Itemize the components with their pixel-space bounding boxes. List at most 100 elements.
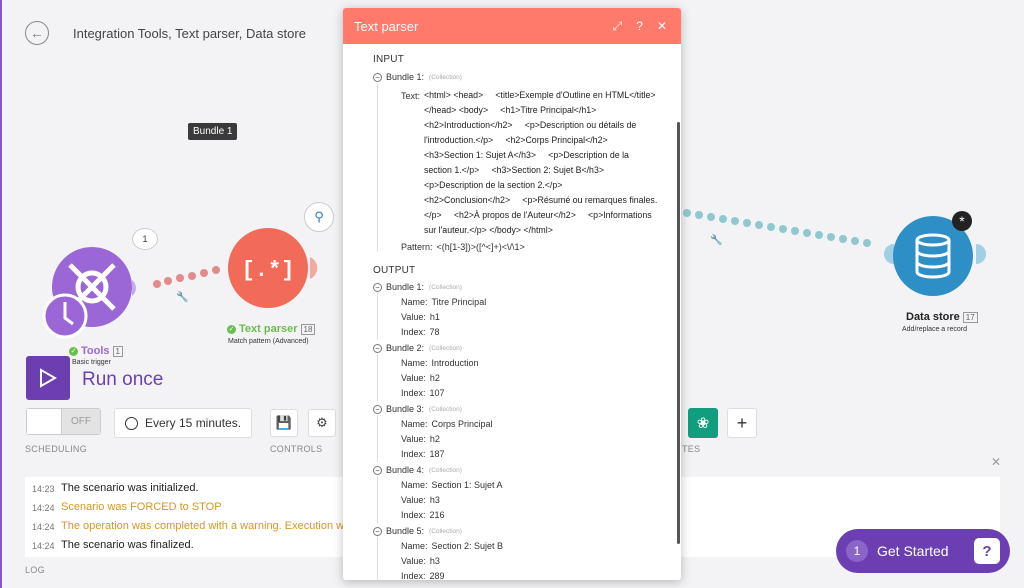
help-icon[interactable]: ? bbox=[636, 19, 643, 34]
controls-caption: CONTROLS bbox=[270, 444, 323, 454]
log-time: 14:24 bbox=[32, 503, 55, 513]
expand-icon[interactable]: ⤢ bbox=[613, 19, 623, 34]
collapse-icon[interactable]: − bbox=[373, 343, 382, 353]
text-parser-sub: Match pattern (Advanced) bbox=[228, 338, 309, 345]
output-bundle-row[interactable]: − Bundle 4: (Collection) bbox=[373, 465, 462, 475]
toggle-off-label: OFF bbox=[62, 409, 100, 434]
link-dot bbox=[791, 227, 799, 235]
text-line: <h2>Introduction</h2> <p>Description ou … bbox=[424, 120, 637, 130]
text-key: Text: bbox=[401, 91, 421, 101]
output-bundle-row[interactable]: − Bundle 1: (Collection) bbox=[373, 282, 462, 292]
run-once-button[interactable] bbox=[26, 356, 70, 400]
link-dot bbox=[743, 219, 751, 227]
log-time: 14:24 bbox=[32, 541, 55, 551]
tree-line bbox=[377, 537, 378, 580]
text-line: sur l'auteur.</p> </body> </html> bbox=[424, 225, 553, 235]
value-row: Value: h3 bbox=[401, 495, 440, 505]
wrench-icon: 🔧 bbox=[176, 290, 188, 303]
text-line: <html> <head> <title>Exemple d'Outline e… bbox=[424, 90, 656, 100]
save-button[interactable]: 💾 bbox=[270, 409, 298, 437]
collapse-icon[interactable]: − bbox=[373, 72, 382, 82]
search-icon: ⚲ bbox=[314, 209, 324, 224]
templates-caption: TES bbox=[682, 444, 701, 454]
collapse-icon[interactable]: − bbox=[373, 526, 382, 536]
link-dot bbox=[815, 231, 823, 239]
tree-line bbox=[377, 293, 378, 340]
data-store-node[interactable]: * bbox=[872, 210, 992, 300]
link-dot bbox=[188, 272, 196, 280]
name-row: Name: Introduction bbox=[401, 358, 479, 368]
log-time: 14:23 bbox=[32, 484, 55, 494]
link-dot bbox=[839, 235, 847, 243]
value-row: Value: h3 bbox=[401, 556, 440, 566]
link-dot bbox=[863, 239, 871, 247]
link-dot bbox=[176, 274, 184, 282]
text-line: <h3>Section 1: Sujet A</h3> <p>Descripti… bbox=[424, 150, 629, 160]
scenario-editor: ← Integration Tools, Text parser, Data s… bbox=[0, 0, 1024, 588]
log-caption: LOG bbox=[25, 565, 45, 575]
panel-title: Text parser bbox=[354, 18, 419, 34]
log-row: 14:24 The operation was completed with a … bbox=[25, 520, 344, 532]
data-store-label: Data store 17 bbox=[906, 311, 978, 323]
schedule-interval-button[interactable]: Every 15 minutes. bbox=[114, 408, 253, 438]
plus-icon: + bbox=[736, 412, 748, 433]
name-row: Name: Section 1: Sujet A bbox=[401, 480, 503, 490]
link-dot bbox=[779, 225, 787, 233]
output-section-label: OUTPUT bbox=[373, 265, 416, 276]
link-dot bbox=[683, 209, 691, 217]
close-log-icon[interactable]: ✕ bbox=[991, 455, 1001, 469]
link-dot bbox=[695, 211, 703, 219]
link-dot bbox=[200, 269, 208, 277]
scheduling-toggle[interactable]: OFF bbox=[26, 408, 101, 435]
get-started-count: 1 bbox=[846, 540, 868, 562]
openai-icon: ❀ bbox=[696, 415, 710, 432]
panel-scrollbar[interactable] bbox=[677, 122, 680, 544]
tools-node[interactable] bbox=[40, 240, 160, 340]
collapse-icon[interactable]: − bbox=[373, 282, 382, 292]
wrench-icon: 🔧 bbox=[710, 233, 722, 246]
text-parser-node[interactable]: [.*] bbox=[222, 225, 332, 320]
value-row: Value: h2 bbox=[401, 434, 440, 444]
output-bundle-row[interactable]: − Bundle 5: (Collection) bbox=[373, 526, 462, 536]
text-parser-label: ✓ Text parser 18 bbox=[227, 323, 316, 335]
name-row: Name: Section 2: Sujet B bbox=[401, 541, 504, 551]
log-message: The operation was completed with a warni… bbox=[61, 520, 345, 532]
run-once-label[interactable]: Run once bbox=[82, 369, 163, 391]
text-line: section 1.</p> <h3>Section 2: Sujet B</h… bbox=[424, 165, 604, 175]
text-line: </head> <body> <h1>Titre Principal</h1> bbox=[424, 105, 597, 115]
link-dot bbox=[755, 221, 763, 229]
input-bundle-row[interactable]: − Bundle 1: (Collection) bbox=[373, 72, 462, 82]
text-parser-panel: Text parser ⤢ ? ✕ INPUT − Bundle 1: (Col… bbox=[343, 8, 681, 580]
tree-line bbox=[377, 354, 378, 401]
text-line: <h2>Conclusion</h2> <p>Résumé ou remarqu… bbox=[424, 195, 658, 205]
add-module-button[interactable]: + bbox=[727, 408, 757, 438]
gear-icon: ⚙ bbox=[316, 415, 328, 430]
get-started-button[interactable]: 1 Get Started ? bbox=[836, 529, 1010, 573]
index-row: Index: 187 bbox=[401, 449, 445, 459]
data-store-sub: Add/replace a record bbox=[902, 326, 967, 333]
collapse-icon[interactable]: − bbox=[373, 465, 382, 475]
text-line: <p>Description de la section 2.</p> bbox=[424, 180, 563, 190]
tools-bubble: 1 bbox=[132, 228, 158, 250]
inspect-bubble[interactable]: ⚲ bbox=[304, 202, 334, 232]
link-dot bbox=[767, 223, 775, 231]
check-icon: ✓ bbox=[69, 347, 78, 356]
settings-button[interactable]: ⚙ bbox=[308, 409, 336, 437]
link-dot bbox=[851, 237, 859, 245]
log-row: 14:24 Scenario was FORCED to STOP bbox=[25, 501, 222, 513]
text-line: </p> <h2>À propos de l'Auteur</h2> <p>In… bbox=[424, 210, 652, 220]
tools-sub: Basic trigger bbox=[72, 359, 111, 366]
check-icon: ✓ bbox=[227, 325, 236, 334]
log-message: Scenario was FORCED to STOP bbox=[61, 501, 222, 513]
panel-body: INPUT − Bundle 1: (Collection) Text: <ht… bbox=[343, 44, 681, 580]
tree-line bbox=[377, 476, 378, 523]
close-icon[interactable]: ✕ bbox=[657, 19, 667, 34]
collapse-icon[interactable]: − bbox=[373, 404, 382, 414]
output-bundle-row[interactable]: − Bundle 2: (Collection) bbox=[373, 343, 462, 353]
index-row: Index: 107 bbox=[401, 388, 445, 398]
get-started-label: Get Started bbox=[877, 543, 949, 559]
output-bundle-row[interactable]: − Bundle 3: (Collection) bbox=[373, 404, 462, 414]
log-time: 14:24 bbox=[32, 522, 55, 532]
tree-line bbox=[377, 84, 378, 252]
openai-button[interactable]: ❀ bbox=[688, 408, 718, 438]
